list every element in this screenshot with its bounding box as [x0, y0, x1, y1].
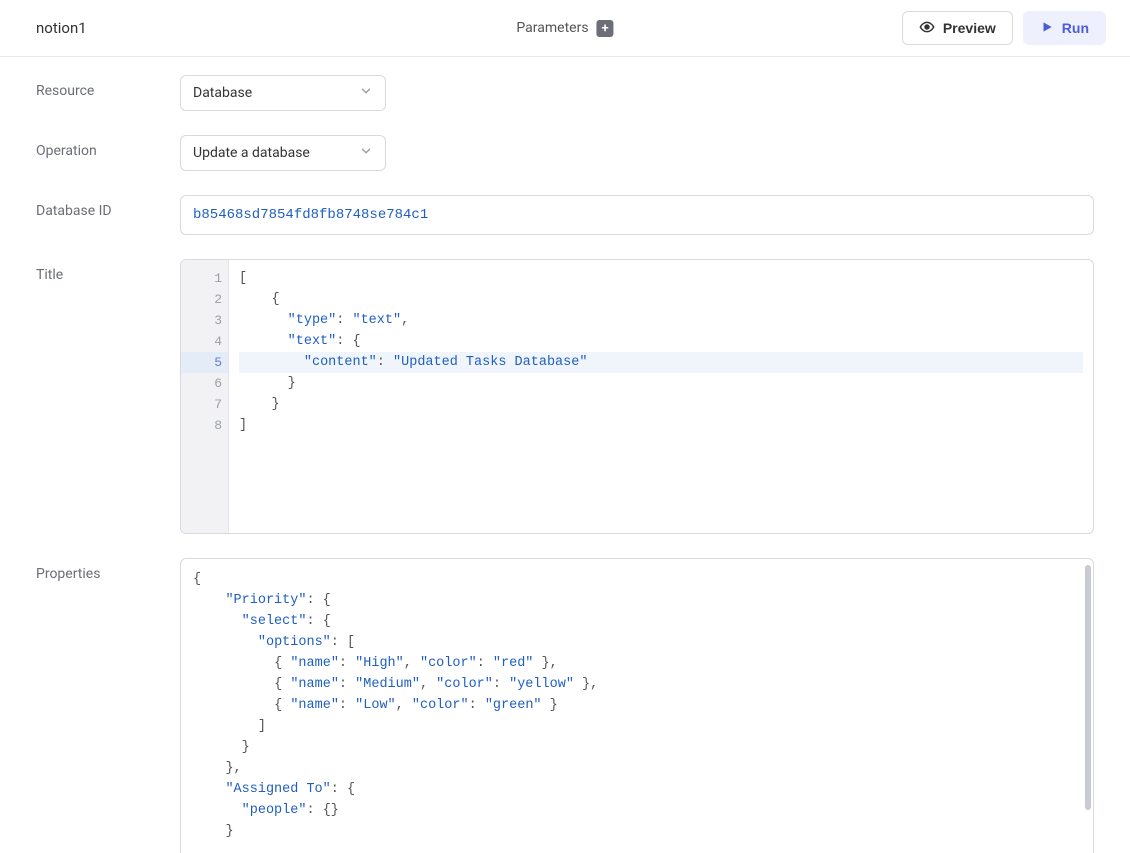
preview-button[interactable]: Preview [902, 11, 1013, 45]
title-code-content[interactable]: [ { "type": "text", "text": { "content":… [229, 260, 1093, 533]
node-name[interactable]: notion1 [36, 19, 87, 37]
tab-parameters[interactable]: Parameters [516, 20, 588, 36]
row-resource: Resource Database [36, 75, 1094, 111]
label-operation: Operation [36, 135, 180, 171]
row-title: Title 12345678 [ { "type": "text", "text… [36, 259, 1094, 534]
properties-code-editor[interactable]: { "Priority": { "select": { "options": [… [180, 558, 1094, 853]
title-gutter: 12345678 [181, 260, 229, 533]
label-properties: Properties [36, 558, 180, 853]
parameters-panel: Resource Database Operation Update a dat… [0, 57, 1130, 853]
play-icon [1040, 20, 1054, 37]
label-title: Title [36, 259, 180, 534]
title-code-editor[interactable]: 12345678 [ { "type": "text", "text": { "… [180, 259, 1094, 534]
preview-button-label: Preview [943, 20, 996, 36]
run-button[interactable]: Run [1023, 11, 1106, 45]
operation-select-value: Update a database [193, 145, 310, 161]
chevron-down-icon [359, 144, 373, 162]
topbar: notion1 Parameters + Preview Run [0, 0, 1130, 57]
eye-icon [919, 19, 935, 38]
label-resource: Resource [36, 75, 180, 111]
row-properties: Properties { "Priority": { "select": { "… [36, 558, 1094, 853]
resource-select-value: Database [193, 85, 252, 101]
database-id-input[interactable] [180, 195, 1094, 235]
add-tab-button[interactable]: + [597, 20, 614, 37]
operation-select[interactable]: Update a database [180, 135, 386, 171]
row-database-id: Database ID [36, 195, 1094, 235]
chevron-down-icon [359, 84, 373, 102]
row-operation: Operation Update a database [36, 135, 1094, 171]
tabs: Parameters + [516, 20, 613, 37]
scrollbar[interactable] [1085, 565, 1091, 810]
label-database-id: Database ID [36, 195, 180, 235]
resource-select[interactable]: Database [180, 75, 386, 111]
run-button-label: Run [1062, 20, 1089, 36]
